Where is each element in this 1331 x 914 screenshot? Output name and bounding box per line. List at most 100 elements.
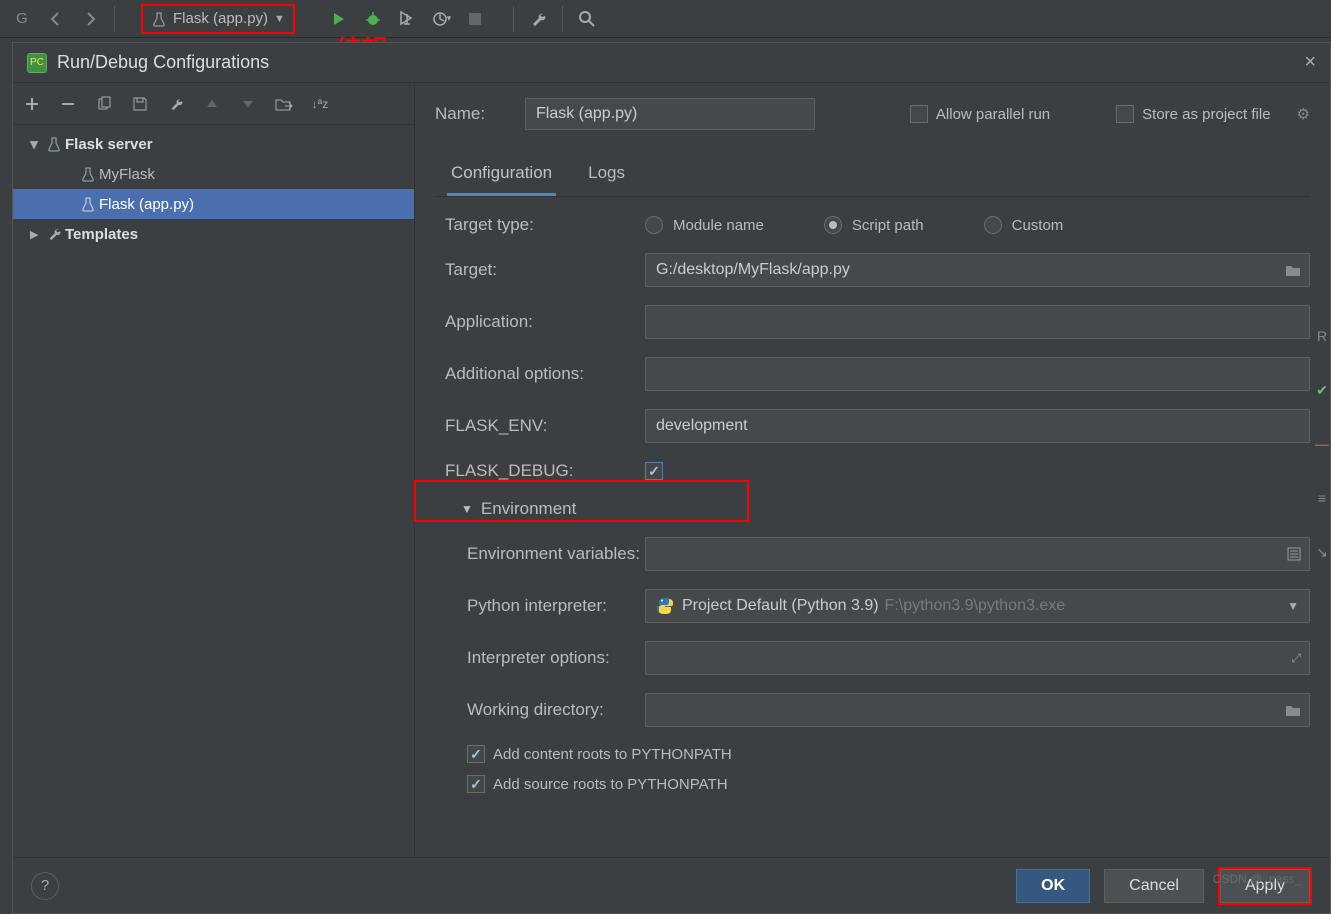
dialog-footer: ? OK Cancel Apply xyxy=(13,857,1330,913)
chevron-down-icon: ▼ xyxy=(274,13,285,25)
env-vars-label: Environment variables: xyxy=(445,544,645,564)
radio-label: Script path xyxy=(852,217,924,234)
flask-icon xyxy=(77,196,99,212)
folder-move-icon[interactable] xyxy=(273,93,295,115)
interpreter-value: Project Default (Python 3.9) xyxy=(682,597,879,615)
tab-configuration[interactable]: Configuration xyxy=(447,163,556,196)
add-content-roots-checkbox[interactable]: Add content roots to PYTHONPATH xyxy=(445,745,1310,763)
chevron-down-icon: ▼ xyxy=(1287,599,1299,613)
tree-item-label: MyFlask xyxy=(99,166,155,183)
strip-dash[interactable]: — xyxy=(1313,434,1331,454)
profile-icon[interactable]: ▾ xyxy=(427,5,455,33)
flask-icon xyxy=(151,11,167,27)
add-icon[interactable] xyxy=(21,93,43,115)
save-icon[interactable] xyxy=(129,93,151,115)
radio-module-name[interactable]: Module name xyxy=(645,216,764,234)
add-source-roots-label: Add source roots to PYTHONPATH xyxy=(493,776,728,793)
strip-arrow-icon[interactable]: ↘ xyxy=(1313,542,1331,562)
sort-icon[interactable]: ↓ªz xyxy=(309,93,331,115)
additional-options-label: Additional options: xyxy=(445,364,645,384)
additional-options-input[interactable] xyxy=(645,357,1310,391)
working-dir-label: Working directory: xyxy=(445,700,645,720)
name-label: Name: xyxy=(435,104,505,124)
back-icon[interactable] xyxy=(42,5,70,33)
flask-env-input[interactable]: development xyxy=(645,409,1310,443)
target-type-label: Target type: xyxy=(445,215,645,235)
help-button[interactable]: ? xyxy=(31,872,59,900)
list-icon[interactable] xyxy=(1287,547,1301,561)
wrench-icon[interactable] xyxy=(524,5,552,33)
radio-custom[interactable]: Custom xyxy=(984,216,1064,234)
tab-logs[interactable]: Logs xyxy=(584,163,629,196)
application-label: Application: xyxy=(445,312,645,332)
chevron-down-icon: ▼ xyxy=(461,502,473,516)
folder-icon[interactable] xyxy=(1285,263,1301,277)
allow-parallel-label: Allow parallel run xyxy=(936,106,1050,123)
tree-item-label: Flask (app.py) xyxy=(99,196,194,213)
tree-item-myflask[interactable]: MyFlask xyxy=(13,159,414,189)
config-form-pane: Name: Allow parallel run Store as projec… xyxy=(415,83,1330,857)
flask-icon xyxy=(43,136,65,152)
cancel-button[interactable]: Cancel xyxy=(1104,869,1204,903)
run-config-dropdown[interactable]: Flask (app.py) ▼ xyxy=(141,4,295,34)
watermark: CSDN @_pass_ xyxy=(1213,872,1301,886)
tree-root-flask-server[interactable]: ▾ Flask server xyxy=(13,129,414,159)
radio-label: Module name xyxy=(673,217,764,234)
allow-parallel-checkbox[interactable]: Allow parallel run xyxy=(910,105,1050,123)
ok-button[interactable]: OK xyxy=(1016,869,1090,903)
name-input[interactable] xyxy=(525,98,815,130)
environment-section-label: Environment xyxy=(481,499,576,519)
tree-item-flask-app[interactable]: Flask (app.py) xyxy=(13,189,414,219)
wrench-small-icon[interactable] xyxy=(165,93,187,115)
debug-icon[interactable] xyxy=(359,5,387,33)
interpreter-options-input[interactable]: ⤢ xyxy=(645,641,1310,675)
working-dir-input[interactable] xyxy=(645,693,1310,727)
right-tool-strip: R ✔ — ≡ ↘ xyxy=(1313,326,1331,562)
config-tree-pane: ↓ªz ▾ Flask server MyFlask Flask (app.py… xyxy=(13,83,415,857)
coverage-icon[interactable] xyxy=(393,5,421,33)
python-icon xyxy=(656,597,674,615)
forward-icon[interactable] xyxy=(76,5,104,33)
tree-templates-label: Templates xyxy=(65,226,138,243)
env-vars-input[interactable] xyxy=(645,537,1310,571)
flask-env-value: development xyxy=(656,417,748,435)
store-project-label: Store as project file xyxy=(1142,106,1270,123)
strip-check-icon[interactable]: ✔ xyxy=(1313,380,1331,400)
tree-item-templates[interactable]: ▸ Templates xyxy=(13,219,414,249)
expand-icon[interactable]: ⤢ xyxy=(1291,651,1301,666)
target-value: G:/desktop/MyFlask/app.py xyxy=(656,261,850,279)
flask-debug-checkbox[interactable] xyxy=(645,462,663,480)
application-input[interactable] xyxy=(645,305,1310,339)
python-interpreter-combo[interactable]: Project Default (Python 3.9) F:\python3.… xyxy=(645,589,1310,623)
strip-stack-icon[interactable]: ≡ xyxy=(1313,488,1331,508)
pycharm-icon: PC xyxy=(27,53,47,73)
letter-g: G xyxy=(8,5,36,33)
environment-section-header[interactable]: ▼ Environment xyxy=(445,499,1310,519)
ide-toolbar: G Flask (app.py) ▼ ▾ xyxy=(0,0,1331,38)
flask-env-label: FLASK_ENV: xyxy=(445,416,645,436)
expand-icon: ▾ xyxy=(25,135,43,153)
close-icon[interactable]: × xyxy=(1304,51,1316,74)
config-tabs: Configuration Logs xyxy=(435,163,1310,197)
remove-icon[interactable] xyxy=(57,93,79,115)
copy-icon[interactable] xyxy=(93,93,115,115)
tree-toolbar: ↓ªz xyxy=(13,83,414,125)
run-icon[interactable] xyxy=(325,5,353,33)
flask-debug-label: FLASK_DEBUG: xyxy=(445,461,645,481)
target-type-radio-group: Module name Script path Custom xyxy=(645,216,1063,234)
down-icon xyxy=(237,93,259,115)
store-project-checkbox[interactable]: Store as project file xyxy=(1116,105,1270,123)
gear-icon[interactable]: ⚙ xyxy=(1297,105,1310,123)
search-icon[interactable] xyxy=(573,5,601,33)
strip-r[interactable]: R xyxy=(1313,326,1331,346)
target-input[interactable]: G:/desktop/MyFlask/app.py xyxy=(645,253,1310,287)
up-icon xyxy=(201,93,223,115)
add-source-roots-checkbox[interactable]: Add source roots to PYTHONPATH xyxy=(445,775,1310,793)
flask-icon xyxy=(77,166,99,182)
dialog-title: Run/Debug Configurations xyxy=(57,52,1304,73)
folder-icon[interactable] xyxy=(1285,703,1301,717)
interpreter-options-label: Interpreter options: xyxy=(445,648,645,668)
stop-icon xyxy=(461,5,489,33)
radio-script-path[interactable]: Script path xyxy=(824,216,924,234)
expand-icon: ▸ xyxy=(25,225,43,243)
